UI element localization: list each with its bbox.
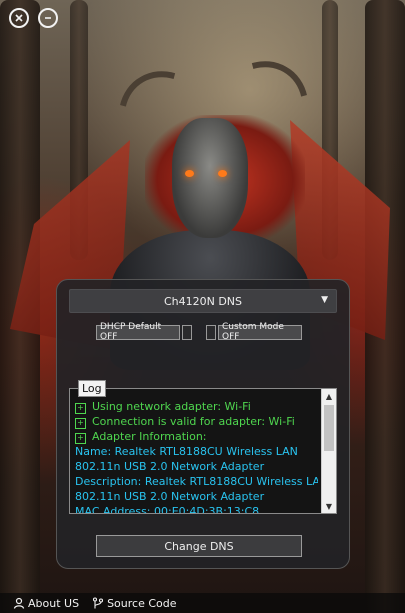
main-panel: Ch4120N DNS ▼ DHCP Default OFF Custom Mo…	[56, 279, 350, 569]
change-dns-button[interactable]: Change DNS	[96, 535, 302, 557]
user-icon	[13, 597, 25, 609]
git-branch-icon	[93, 597, 104, 609]
log-line: + Using network adapter: Wi-Fi	[75, 399, 318, 414]
demon-eye	[185, 170, 194, 177]
scroll-thumb[interactable]	[324, 405, 334, 451]
custom-mode-button[interactable]: Custom Mode OFF	[218, 322, 302, 342]
plus-icon: +	[75, 418, 86, 429]
log-line-text: 802.11n USB 2.0 Network Adapter	[75, 490, 265, 503]
log-line-text: Name: Realtek RTL8188CU Wireless LAN	[75, 445, 298, 458]
log-line: MAC Address: 00:E0:4D:3B:13:C8	[75, 504, 318, 514]
log-line: Name: Realtek RTL8188CU Wireless LAN	[75, 444, 318, 459]
minimize-button[interactable]	[38, 8, 58, 28]
about-us-label: About US	[28, 596, 80, 610]
custom-mode-toggle-switch[interactable]	[206, 324, 216, 340]
log-line-text: 802.11n USB 2.0 Network Adapter	[75, 460, 265, 473]
demon-eye	[218, 170, 227, 177]
scroll-down-icon[interactable]: ▼	[322, 499, 336, 513]
close-button[interactable]	[9, 8, 29, 28]
close-icon	[15, 14, 23, 22]
log-line: Description: Realtek RTL8188CU Wireless …	[75, 474, 318, 489]
log-lines: + Using network adapter: Wi-Fi + Connection…	[75, 399, 318, 514]
log-line-text: Connection is valid for adapter: Wi-Fi	[92, 415, 295, 428]
dhcp-default-button[interactable]: DHCP Default OFF	[96, 322, 180, 342]
log-line: + Connection is valid for adapter: Wi-Fi	[75, 414, 318, 429]
plus-icon: +	[75, 433, 86, 444]
about-us-link[interactable]: About US	[13, 597, 79, 610]
log-line: 802.11n USB 2.0 Network Adapter	[75, 489, 318, 504]
log-line-text: Adapter Information:	[92, 430, 207, 443]
dns-selector-value: Ch4120N DNS	[163, 294, 243, 308]
log-line: 802.11n USB 2.0 Network Adapter	[75, 459, 318, 474]
demon-skull	[172, 118, 248, 238]
log-line-text: MAC Address: 00:E0:4D:3B:13:C8	[75, 505, 260, 514]
log-output[interactable]: + Using network adapter: Wi-Fi + Connection…	[69, 388, 337, 514]
dhcp-toggle-group: DHCP Default OFF	[96, 322, 194, 342]
log-scrollbar[interactable]: ▲ ▼	[321, 389, 336, 513]
source-code-label: Source Code	[107, 596, 177, 610]
dhcp-toggle-switch[interactable]	[182, 324, 192, 340]
minimize-icon	[45, 17, 51, 19]
source-code-link[interactable]: Source Code	[92, 596, 177, 610]
log-line: + Adapter Information:	[75, 429, 318, 444]
log-label: Log	[78, 380, 106, 397]
custom-mode-toggle-group: Custom Mode OFF	[204, 322, 302, 342]
log-line-text: Using network adapter: Wi-Fi	[92, 400, 251, 413]
dns-selector-dropdown[interactable]: Ch4120N DNS ▼	[69, 289, 337, 313]
footer-bar: About US Source Code	[0, 593, 405, 613]
log-line-text: Description: Realtek RTL8188CU Wireless …	[75, 475, 318, 488]
scroll-up-icon[interactable]: ▲	[322, 389, 336, 403]
plus-icon: +	[75, 403, 86, 414]
caret-down-icon: ▼	[321, 295, 328, 305]
